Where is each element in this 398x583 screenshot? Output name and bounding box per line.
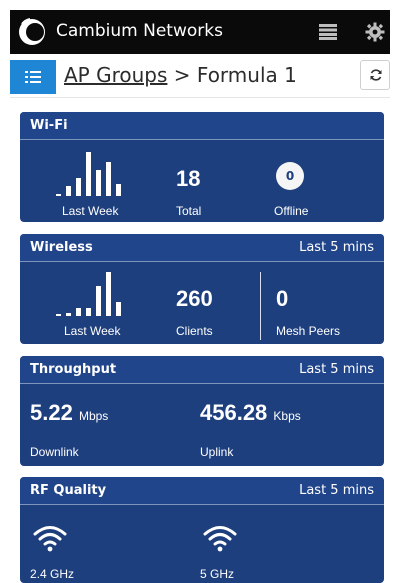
chart-bar bbox=[76, 178, 81, 196]
wifi-total-label: Total bbox=[176, 204, 202, 218]
nav-toggle-button[interactable] bbox=[10, 60, 56, 94]
wifi-offline-badge[interactable]: 0 bbox=[276, 162, 304, 190]
breadcrumb-separator: > bbox=[167, 63, 197, 87]
downlink-value-group: 5.22 Mbps bbox=[30, 400, 108, 426]
mesh-peers-label: Mesh Peers bbox=[276, 324, 341, 338]
wireless-card-header: Wireless Last 5 mins bbox=[20, 234, 384, 262]
wifi-signal-icon bbox=[203, 526, 237, 552]
downlink-unit: Mbps bbox=[78, 409, 109, 423]
wifi-card-header: Wi-Fi bbox=[20, 112, 384, 140]
clients-value: 260 bbox=[176, 286, 213, 311]
menu-icon[interactable] bbox=[319, 24, 337, 40]
chart-bar bbox=[76, 308, 81, 316]
wireless-card-title: Wireless bbox=[30, 240, 93, 255]
chart-bar bbox=[106, 162, 111, 196]
wifi-signal-icon bbox=[33, 526, 67, 552]
cambium-logo-icon bbox=[19, 18, 45, 45]
rf-card-header: RF Quality Last 5 mins bbox=[20, 477, 384, 505]
chart-bar bbox=[116, 184, 121, 196]
rf-card-timeframe: Last 5 mins bbox=[299, 483, 374, 498]
throughput-card[interactable]: Throughput Last 5 mins 5.22 Mbps Downlin… bbox=[20, 356, 384, 466]
wifi-total-value: 18 bbox=[176, 166, 201, 191]
wifi-weekly-bar-chart bbox=[56, 152, 121, 196]
throughput-card-title: Throughput bbox=[30, 362, 117, 377]
wifi-card[interactable]: Wi-Fi Last Week 18 Total 0 Offline bbox=[20, 112, 384, 222]
rf-band-24-label: 2.4 GHz bbox=[30, 567, 75, 581]
throughput-card-timeframe: Last 5 mins bbox=[299, 362, 374, 377]
chart-bar bbox=[86, 308, 91, 316]
clients-label: Clients bbox=[176, 324, 213, 338]
wireless-weekly-bar-chart bbox=[56, 272, 121, 316]
chart-bar bbox=[66, 313, 71, 316]
chart-bar bbox=[96, 170, 101, 196]
uplink-value: 456.28 bbox=[200, 400, 268, 425]
brand-name: Cambium Networks bbox=[56, 21, 223, 41]
chart-bar bbox=[66, 186, 71, 196]
wireless-divider bbox=[260, 272, 261, 340]
top-bar: Cambium Networks bbox=[10, 10, 390, 54]
breadcrumb-bar: AP Groups > Formula 1 bbox=[10, 54, 390, 98]
downlink-label: Downlink bbox=[30, 445, 79, 459]
throughput-card-header: Throughput Last 5 mins bbox=[20, 356, 384, 384]
list-icon bbox=[25, 71, 41, 83]
uplink-unit: Kbps bbox=[273, 409, 301, 423]
chart-bar bbox=[56, 314, 61, 316]
uplink-value-group: 456.28 Kbps bbox=[200, 400, 301, 426]
rf-card-title: RF Quality bbox=[30, 483, 107, 498]
gear-icon[interactable] bbox=[365, 22, 385, 42]
downlink-value: 5.22 bbox=[30, 400, 73, 425]
rf-band-5-label: 5 GHz bbox=[200, 567, 235, 581]
wireless-card[interactable]: Wireless Last 5 mins Last Week 260 Clien… bbox=[20, 234, 384, 344]
wireless-card-timeframe: Last 5 mins bbox=[299, 240, 374, 255]
chart-bar bbox=[116, 302, 121, 316]
breadcrumb-link-ap-groups[interactable]: AP Groups bbox=[64, 63, 167, 87]
uplink-label: Uplink bbox=[200, 445, 234, 459]
breadcrumb-current: Formula 1 bbox=[196, 63, 297, 87]
wifi-chart-label: Last Week bbox=[62, 204, 119, 218]
chart-bar bbox=[106, 272, 111, 316]
wifi-offline-label: Offline bbox=[274, 204, 309, 218]
breadcrumb: AP Groups > Formula 1 bbox=[64, 63, 297, 87]
chart-bar bbox=[86, 152, 91, 196]
refresh-button[interactable] bbox=[360, 60, 390, 90]
chart-bar bbox=[96, 286, 101, 316]
chart-bar bbox=[56, 194, 61, 196]
wifi-card-title: Wi-Fi bbox=[30, 118, 68, 133]
refresh-icon bbox=[370, 69, 382, 81]
mesh-peers-value: 0 bbox=[276, 286, 289, 311]
wireless-chart-label: Last Week bbox=[64, 324, 121, 338]
rf-quality-card[interactable]: RF Quality Last 5 mins 2.4 GHz 5 GHz bbox=[20, 477, 384, 583]
